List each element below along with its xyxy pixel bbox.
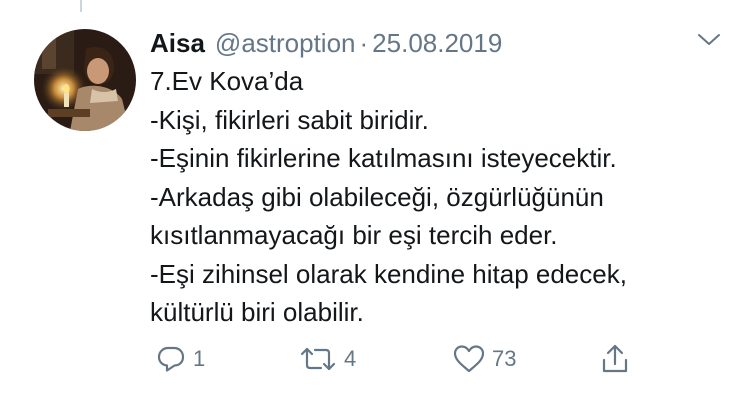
tweet-actions: 1 4 73: [0, 342, 750, 376]
like-count: 73: [492, 346, 517, 371]
reply-count: 1: [193, 346, 206, 371]
author-name[interactable]: Aisa: [150, 28, 205, 59]
tweet-line: kısıtlanmayacağı bir eşi tercih eder.: [150, 220, 558, 250]
retweet-button[interactable]: 4: [298, 342, 356, 376]
tweet-line: -Kişi, fikirleri sabit biridir.: [150, 104, 429, 135]
chevron-down-icon: [698, 34, 720, 45]
tweet-line: 7.Ev Kova’da: [150, 66, 304, 96]
reply-button[interactable]: 1: [155, 342, 205, 376]
tweet-header: Aisa @astroption · 25.08.2019: [150, 28, 502, 58]
like-button[interactable]: 73: [452, 342, 516, 376]
thread-connector-line: [80, 0, 82, 12]
more-options-button[interactable]: [694, 30, 724, 50]
share-icon: [602, 344, 628, 373]
avatar-image: [34, 29, 136, 131]
share-button[interactable]: [600, 342, 630, 376]
tweet-date[interactable]: 25.08.2019: [372, 28, 502, 59]
tweet-line: -Arkadaş gibi olabileceği, özgürlüğünün: [150, 181, 604, 212]
tweet-line: -Eşi zihinsel olarak kendine hitap edece…: [150, 258, 627, 289]
tweet-line: -Eşinin fikirlerine katılmasını isteyece…: [150, 143, 617, 173]
author-handle[interactable]: @astroption: [215, 28, 356, 59]
tweet-text: 7.Ev Kova’da -Kişi, fikirleri sabit biri…: [150, 62, 735, 332]
retweet-count: 4: [344, 346, 357, 371]
tweet-line: kültürlü biri olabilir.: [150, 297, 364, 327]
retweet-icon: [300, 347, 336, 371]
reply-icon: [157, 346, 185, 372]
heart-icon: [453, 345, 485, 373]
separator-dot: ·: [359, 28, 369, 58]
avatar[interactable]: [34, 29, 136, 131]
